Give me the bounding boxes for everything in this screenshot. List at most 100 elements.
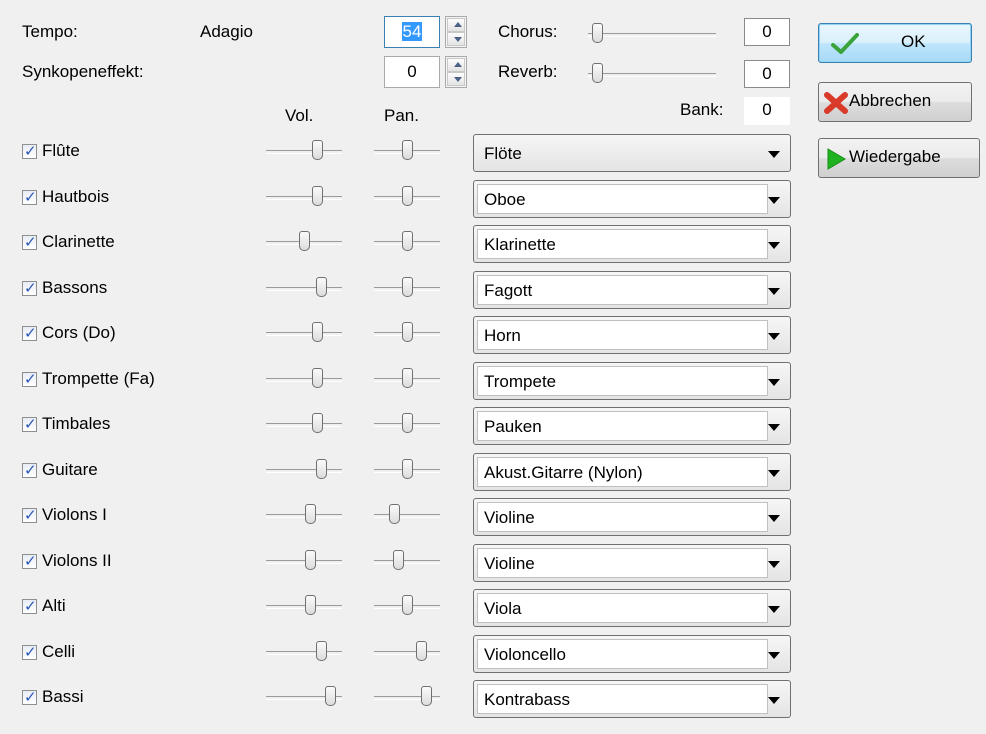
instrument-sound-select[interactable]: Viola <box>473 589 791 627</box>
bank-input[interactable]: 0 <box>744 97 790 125</box>
volume-slider[interactable] <box>266 366 342 392</box>
instrument-checkbox[interactable] <box>22 552 37 570</box>
pan-slider-thumb[interactable] <box>402 277 413 297</box>
pan-slider-thumb[interactable] <box>389 504 400 524</box>
volume-slider[interactable] <box>266 138 342 164</box>
chevron-down-icon[interactable] <box>768 561 780 568</box>
instrument-checkbox[interactable] <box>22 370 37 388</box>
reverb-thumb[interactable] <box>592 63 603 83</box>
instrument-checkbox[interactable] <box>22 506 37 524</box>
reverb-slider[interactable] <box>588 61 716 87</box>
pan-slider[interactable] <box>374 457 440 483</box>
volume-slider-thumb[interactable] <box>299 231 310 251</box>
syncope-spinner[interactable] <box>445 56 467 88</box>
pan-slider[interactable] <box>374 229 440 255</box>
pan-slider[interactable] <box>374 366 440 392</box>
volume-slider-thumb[interactable] <box>312 368 323 388</box>
instrument-checkbox[interactable] <box>22 142 37 160</box>
chevron-down-icon[interactable] <box>768 606 780 613</box>
instrument-checkbox[interactable] <box>22 688 37 706</box>
chevron-down-icon[interactable] <box>768 151 780 158</box>
pan-slider[interactable] <box>374 684 440 710</box>
chevron-down-icon[interactable] <box>768 470 780 477</box>
instrument-checkbox[interactable] <box>22 188 37 206</box>
pan-slider-thumb[interactable] <box>402 368 413 388</box>
pan-slider-thumb[interactable] <box>402 186 413 206</box>
volume-slider[interactable] <box>266 320 342 346</box>
volume-slider-thumb[interactable] <box>325 686 336 706</box>
volume-slider-thumb[interactable] <box>316 459 327 479</box>
pan-slider-thumb[interactable] <box>402 231 413 251</box>
instrument-sound-select[interactable]: Oboe <box>473 180 791 218</box>
spin-up-icon[interactable] <box>447 18 465 32</box>
pan-slider-thumb[interactable] <box>402 459 413 479</box>
instrument-checkbox[interactable] <box>22 415 37 433</box>
instrument-sound-select[interactable]: Horn <box>473 316 791 354</box>
instrument-sound-select[interactable]: Violine <box>473 544 791 582</box>
pan-slider[interactable] <box>374 502 440 528</box>
spin-up-icon[interactable] <box>447 58 465 72</box>
chevron-down-icon[interactable] <box>768 197 780 204</box>
volume-slider[interactable] <box>266 457 342 483</box>
volume-slider-thumb[interactable] <box>312 322 323 342</box>
volume-slider[interactable] <box>266 639 342 665</box>
instrument-sound-select[interactable]: Akust.Gitarre (Nylon) <box>473 453 791 491</box>
instrument-checkbox[interactable] <box>22 233 37 251</box>
volume-slider[interactable] <box>266 593 342 619</box>
instrument-checkbox[interactable] <box>22 324 37 342</box>
volume-slider[interactable] <box>266 229 342 255</box>
volume-slider-thumb[interactable] <box>305 504 316 524</box>
chorus-thumb[interactable] <box>592 23 603 43</box>
instrument-sound-select[interactable]: Trompete <box>473 362 791 400</box>
chevron-down-icon[interactable] <box>768 242 780 249</box>
cancel-button[interactable]: Abbrechen <box>818 82 972 122</box>
pan-slider-thumb[interactable] <box>416 641 427 661</box>
chevron-down-icon[interactable] <box>768 652 780 659</box>
pan-slider[interactable] <box>374 548 440 574</box>
instrument-sound-select[interactable]: Fagott <box>473 271 791 309</box>
chorus-slider[interactable] <box>588 21 716 47</box>
chevron-down-icon[interactable] <box>768 288 780 295</box>
pan-slider[interactable] <box>374 639 440 665</box>
instrument-checkbox[interactable] <box>22 597 37 615</box>
volume-slider-thumb[interactable] <box>305 550 316 570</box>
pan-slider-thumb[interactable] <box>393 550 404 570</box>
instrument-sound-select[interactable]: Flöte <box>473 134 791 172</box>
pan-slider-thumb[interactable] <box>402 140 413 160</box>
pan-slider[interactable] <box>374 275 440 301</box>
pan-slider[interactable] <box>374 411 440 437</box>
pan-slider-thumb[interactable] <box>421 686 432 706</box>
spin-down-icon[interactable] <box>447 72 465 86</box>
pan-slider[interactable] <box>374 138 440 164</box>
chevron-down-icon[interactable] <box>768 697 780 704</box>
ok-button[interactable]: OK <box>818 23 972 63</box>
pan-slider-thumb[interactable] <box>402 322 413 342</box>
instrument-sound-select[interactable]: Pauken <box>473 407 791 445</box>
volume-slider-thumb[interactable] <box>316 641 327 661</box>
instrument-checkbox[interactable] <box>22 643 37 661</box>
tempo-spinner[interactable] <box>445 16 467 48</box>
tempo-input[interactable]: 54 <box>384 16 440 48</box>
instrument-checkbox[interactable] <box>22 461 37 479</box>
instrument-sound-select[interactable]: Violoncello <box>473 635 791 673</box>
instrument-sound-select[interactable]: Violine <box>473 498 791 536</box>
pan-slider-thumb[interactable] <box>402 595 413 615</box>
volume-slider-thumb[interactable] <box>305 595 316 615</box>
pan-slider-thumb[interactable] <box>402 413 413 433</box>
syncope-input[interactable]: 0 <box>384 56 440 88</box>
chevron-down-icon[interactable] <box>768 515 780 522</box>
chevron-down-icon[interactable] <box>768 424 780 431</box>
volume-slider[interactable] <box>266 502 342 528</box>
volume-slider-thumb[interactable] <box>312 140 323 160</box>
instrument-checkbox[interactable] <box>22 279 37 297</box>
instrument-sound-select[interactable]: Kontrabass <box>473 680 791 718</box>
volume-slider[interactable] <box>266 184 342 210</box>
volume-slider[interactable] <box>266 548 342 574</box>
volume-slider[interactable] <box>266 275 342 301</box>
instrument-sound-select[interactable]: Klarinette <box>473 225 791 263</box>
volume-slider-thumb[interactable] <box>312 186 323 206</box>
pan-slider[interactable] <box>374 593 440 619</box>
volume-slider[interactable] <box>266 411 342 437</box>
volume-slider-thumb[interactable] <box>316 277 327 297</box>
play-button[interactable]: Wiedergabe <box>818 138 980 178</box>
